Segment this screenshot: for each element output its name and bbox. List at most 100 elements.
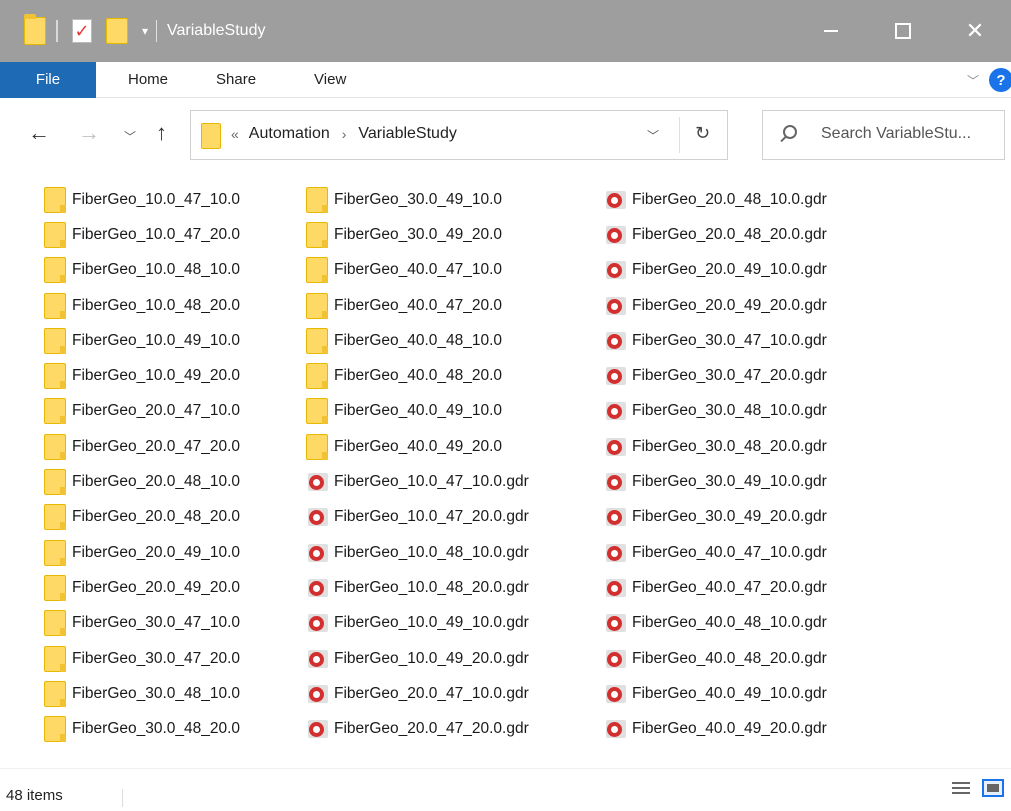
- folder-icon: [306, 327, 328, 354]
- refresh-icon[interactable]: ↻: [695, 123, 710, 144]
- item-label: FiberGeo_40.0_47_10.0.gdr: [632, 543, 827, 561]
- gdr-file-icon: [604, 471, 626, 493]
- folder-item[interactable]: FiberGeo_40.0_47_20.0: [306, 288, 529, 323]
- folder-item[interactable]: FiberGeo_30.0_49_10.0: [306, 182, 529, 217]
- item-label: FiberGeo_40.0_47_20.0: [334, 296, 503, 314]
- address-dropdown-chevron-icon[interactable]: ﹀: [647, 127, 659, 144]
- file-item[interactable]: FiberGeo_40.0_47_10.0.gdr: [604, 535, 827, 570]
- file-item[interactable]: FiberGeo_40.0_49_10.0.gdr: [604, 676, 827, 711]
- breadcrumb-item-automation[interactable]: Automation: [249, 125, 330, 143]
- recent-locations-chevron-icon[interactable]: ﹀: [124, 128, 136, 145]
- folder-icon: [44, 186, 66, 213]
- folder-icon: [306, 363, 328, 390]
- breadcrumb-item-variablestudy[interactable]: VariableStudy: [358, 125, 456, 143]
- folder-item[interactable]: FiberGeo_30.0_47_20.0: [44, 641, 240, 676]
- tab-home[interactable]: Home: [108, 62, 188, 98]
- file-item[interactable]: FiberGeo_30.0_49_20.0.gdr: [604, 500, 827, 535]
- file-item[interactable]: FiberGeo_40.0_48_10.0.gdr: [604, 606, 827, 641]
- file-item[interactable]: FiberGeo_30.0_49_10.0.gdr: [604, 464, 827, 499]
- folder-item[interactable]: FiberGeo_10.0_49_10.0: [44, 323, 240, 358]
- file-item[interactable]: FiberGeo_30.0_47_10.0.gdr: [604, 323, 827, 358]
- folder-item[interactable]: FiberGeo_30.0_48_10.0: [44, 676, 240, 711]
- folder-item[interactable]: FiberGeo_20.0_49_10.0: [44, 535, 240, 570]
- folder-item[interactable]: FiberGeo_40.0_49_20.0: [306, 429, 529, 464]
- title-bar[interactable]: ✓ ▾ VariableStudy ✕: [0, 0, 1011, 62]
- file-item[interactable]: FiberGeo_20.0_47_20.0.gdr: [306, 711, 529, 746]
- folder-item[interactable]: FiberGeo_10.0_49_20.0: [44, 358, 240, 393]
- folder-item[interactable]: FiberGeo_10.0_48_20.0: [44, 288, 240, 323]
- item-label: FiberGeo_10.0_48_10.0: [72, 261, 241, 279]
- folder-item[interactable]: FiberGeo_20.0_47_10.0: [44, 394, 240, 429]
- folder-item[interactable]: FiberGeo_20.0_48_10.0: [44, 464, 240, 499]
- folder-icon: [44, 610, 66, 637]
- back-arrow-icon[interactable]: ←: [28, 120, 50, 146]
- folder-icon: [44, 327, 66, 354]
- file-item[interactable]: FiberGeo_10.0_48_10.0.gdr: [306, 535, 529, 570]
- tab-file[interactable]: File: [0, 61, 96, 98]
- file-item[interactable]: FiberGeo_20.0_48_10.0.gdr: [604, 182, 827, 217]
- new-folder-icon[interactable]: [106, 18, 128, 44]
- gdr-file-icon: [306, 612, 328, 634]
- file-item[interactable]: FiberGeo_40.0_49_20.0.gdr: [604, 711, 827, 746]
- maximize-button[interactable]: [867, 0, 939, 62]
- file-item[interactable]: FiberGeo_20.0_49_20.0.gdr: [604, 288, 827, 323]
- up-arrow-icon[interactable]: ↑: [156, 120, 167, 146]
- folder-icon: [306, 257, 328, 284]
- file-item[interactable]: FiberGeo_10.0_48_20.0.gdr: [306, 570, 529, 605]
- item-label: FiberGeo_20.0_47_10.0: [72, 402, 241, 420]
- properties-icon[interactable]: ✓: [72, 19, 92, 43]
- file-item[interactable]: FiberGeo_30.0_48_10.0.gdr: [604, 394, 827, 429]
- file-item[interactable]: FiberGeo_30.0_48_20.0.gdr: [604, 429, 827, 464]
- details-view-icon[interactable]: [952, 779, 970, 797]
- folder-item[interactable]: FiberGeo_20.0_49_20.0: [44, 570, 240, 605]
- file-item[interactable]: FiberGeo_10.0_49_20.0.gdr: [306, 641, 529, 676]
- folder-item[interactable]: FiberGeo_10.0_48_10.0: [44, 253, 240, 288]
- folder-item[interactable]: FiberGeo_10.0_47_20.0: [44, 217, 240, 252]
- gdr-file-icon: [604, 259, 626, 281]
- folder-item[interactable]: FiberGeo_20.0_47_20.0: [44, 429, 240, 464]
- folder-item[interactable]: FiberGeo_30.0_49_20.0: [306, 217, 529, 252]
- search-box[interactable]: Search VariableStu...: [762, 110, 1005, 160]
- gdr-file-icon: [306, 542, 328, 564]
- file-item[interactable]: FiberGeo_20.0_47_10.0.gdr: [306, 676, 529, 711]
- expand-ribbon-icon[interactable]: ﹀: [967, 72, 979, 89]
- folder-item[interactable]: FiberGeo_20.0_48_20.0: [44, 500, 240, 535]
- address-bar[interactable]: « Automation › VariableStudy ﹀ ↻: [190, 110, 728, 160]
- breadcrumb-separator-icon[interactable]: ›: [342, 126, 347, 142]
- tab-view[interactable]: View: [294, 62, 366, 98]
- folder-item[interactable]: FiberGeo_40.0_49_10.0: [306, 394, 529, 429]
- forward-arrow-icon[interactable]: →: [78, 120, 100, 146]
- folder-item[interactable]: FiberGeo_40.0_48_20.0: [306, 358, 529, 393]
- file-item[interactable]: FiberGeo_20.0_48_20.0.gdr: [604, 217, 827, 252]
- file-item[interactable]: FiberGeo_30.0_47_20.0.gdr: [604, 358, 827, 393]
- customize-toolbar-icon[interactable]: ▾: [142, 24, 148, 38]
- file-item[interactable]: FiberGeo_10.0_47_10.0.gdr: [306, 464, 529, 499]
- folder-item[interactable]: FiberGeo_10.0_47_10.0: [44, 182, 240, 217]
- quick-access-toolbar: ✓ ▾ VariableStudy: [0, 0, 265, 62]
- file-item[interactable]: FiberGeo_10.0_49_10.0.gdr: [306, 606, 529, 641]
- gdr-file-icon: [306, 471, 328, 493]
- file-item[interactable]: FiberGeo_40.0_48_20.0.gdr: [604, 641, 827, 676]
- large-icons-view-icon[interactable]: [982, 779, 1004, 797]
- search-input[interactable]: Search VariableStu...: [821, 125, 971, 143]
- file-item[interactable]: FiberGeo_10.0_47_20.0.gdr: [306, 500, 529, 535]
- folder-icon: [44, 645, 66, 672]
- folder-icon: [44, 716, 66, 743]
- close-button[interactable]: ✕: [939, 0, 1011, 62]
- folder-app-icon[interactable]: [24, 14, 46, 45]
- folder-item[interactable]: FiberGeo_40.0_48_10.0: [306, 323, 529, 358]
- gdr-file-icon: [604, 542, 626, 564]
- folder-item[interactable]: FiberGeo_30.0_47_10.0: [44, 606, 240, 641]
- item-label: FiberGeo_10.0_49_20.0: [72, 367, 241, 385]
- gdr-file-icon: [604, 224, 626, 246]
- folder-item[interactable]: FiberGeo_40.0_47_10.0: [306, 253, 529, 288]
- minimize-button[interactable]: [795, 0, 867, 62]
- file-item[interactable]: FiberGeo_20.0_49_10.0.gdr: [604, 253, 827, 288]
- gdr-file-icon: [306, 577, 328, 599]
- help-icon[interactable]: ?: [989, 68, 1011, 92]
- folder-item[interactable]: FiberGeo_30.0_48_20.0: [44, 711, 240, 746]
- folder-icon: [44, 469, 66, 496]
- breadcrumb-overflow[interactable]: «: [231, 126, 239, 142]
- file-item[interactable]: FiberGeo_40.0_47_20.0.gdr: [604, 570, 827, 605]
- tab-share[interactable]: Share: [196, 62, 276, 98]
